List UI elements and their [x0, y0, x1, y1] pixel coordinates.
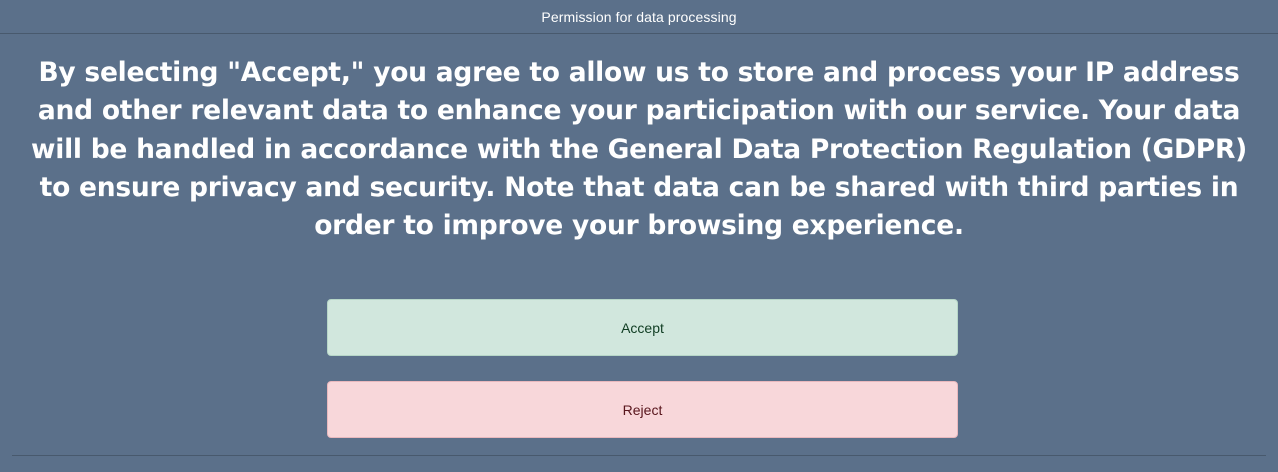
dialog-title: Permission for data processing — [541, 8, 737, 25]
consent-message: By selecting "Accept," you agree to allo… — [31, 57, 1247, 242]
reject-button[interactable]: Reject — [327, 381, 958, 438]
dialog-header: Permission for data processing — [0, 0, 1278, 34]
accept-button[interactable]: Accept — [327, 299, 958, 356]
footer-divider — [12, 455, 1266, 456]
